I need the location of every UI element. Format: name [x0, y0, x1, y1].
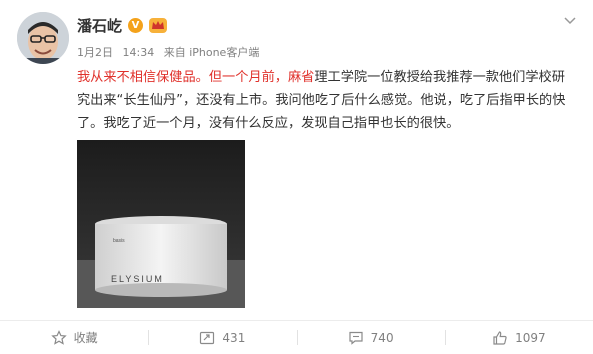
- favorite-button[interactable]: 收藏: [0, 321, 148, 354]
- member-crown-icon[interactable]: [149, 18, 168, 33]
- jar-label: basis: [113, 238, 125, 244]
- product-brand: ELYSIUM: [111, 274, 164, 284]
- post-text-link[interactable]: 麻省: [288, 70, 314, 85]
- action-bar: 收藏 431 740 1097: [0, 320, 593, 354]
- repost-count: 431: [222, 330, 246, 345]
- comment-count: 740: [370, 330, 394, 345]
- post-date[interactable]: 1月2日: [77, 46, 113, 59]
- verified-badge-icon: V: [128, 18, 144, 33]
- comment-button[interactable]: 740: [296, 321, 445, 354]
- avatar[interactable]: [17, 12, 69, 64]
- post-source: 来自 iPhone客户端: [163, 46, 260, 59]
- like-button[interactable]: 1097: [444, 321, 593, 354]
- chevron-down-icon[interactable]: [563, 14, 577, 28]
- post-meta: 1月2日 14:34 来自 iPhone客户端: [77, 44, 265, 60]
- post-time[interactable]: 14:34: [123, 46, 155, 59]
- post-image[interactable]: basis ELYSIUM: [77, 140, 245, 308]
- repost-button[interactable]: 431: [148, 321, 296, 354]
- post-text: 我从来不相信保健品。但一个月前，麻省理工学院一位教授给我推荐一款他们学校研究出来…: [77, 66, 577, 135]
- username[interactable]: 潘石屹: [77, 15, 122, 36]
- like-count: 1097: [515, 330, 546, 345]
- comment-icon: [348, 330, 364, 346]
- thumbs-up-icon: [492, 330, 508, 346]
- repost-icon: [199, 330, 215, 346]
- star-icon: [50, 329, 67, 346]
- favorite-label: 收藏: [73, 331, 98, 345]
- post-text-highlight: 我从来不相信保健品。但一个月前，: [77, 70, 288, 85]
